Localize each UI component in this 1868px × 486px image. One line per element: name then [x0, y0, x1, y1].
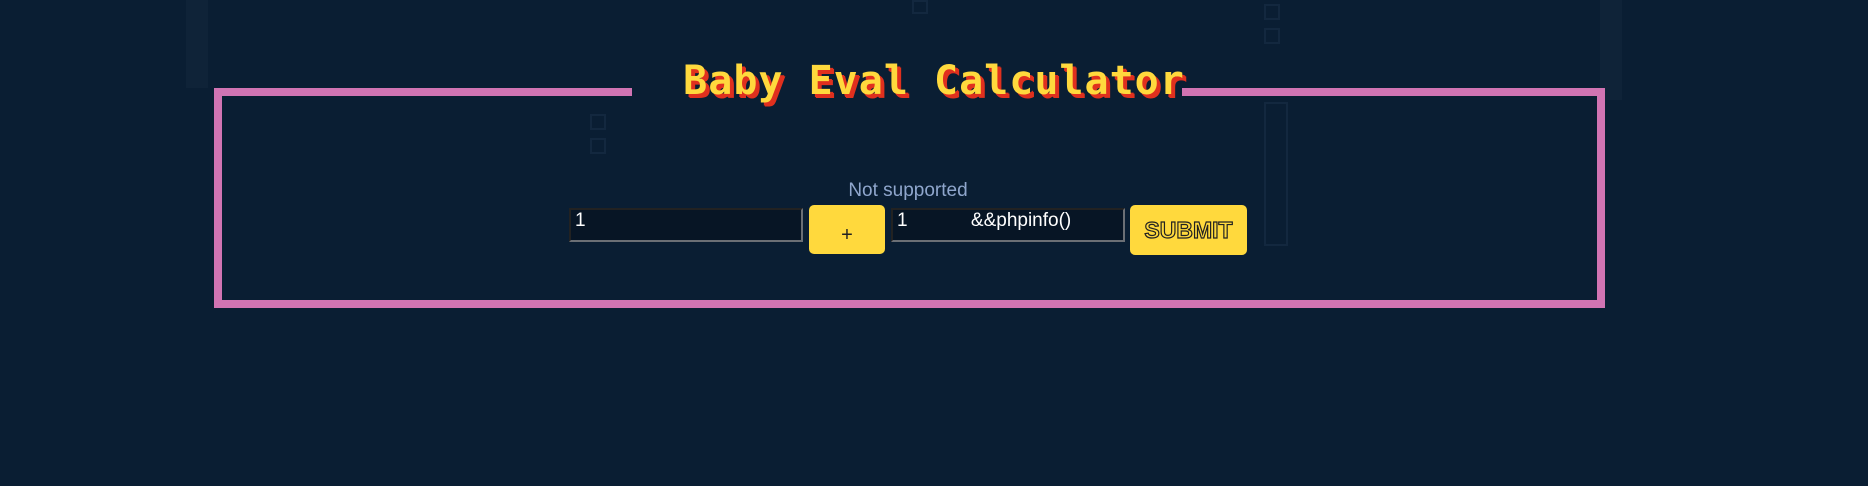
- operand2-input[interactable]: 1 &&phpinfo(): [891, 208, 1125, 242]
- decor-square: [912, 0, 928, 14]
- submit-button[interactable]: SUBMIT: [1130, 205, 1247, 255]
- page-title: Baby Eval Calculator: [683, 58, 1185, 104]
- result-message: Not supported: [848, 180, 968, 201]
- operator-button[interactable]: +: [809, 205, 885, 254]
- decor-square: [1264, 4, 1280, 20]
- decor-square: [1264, 28, 1280, 44]
- operand1-input[interactable]: 1: [569, 208, 803, 242]
